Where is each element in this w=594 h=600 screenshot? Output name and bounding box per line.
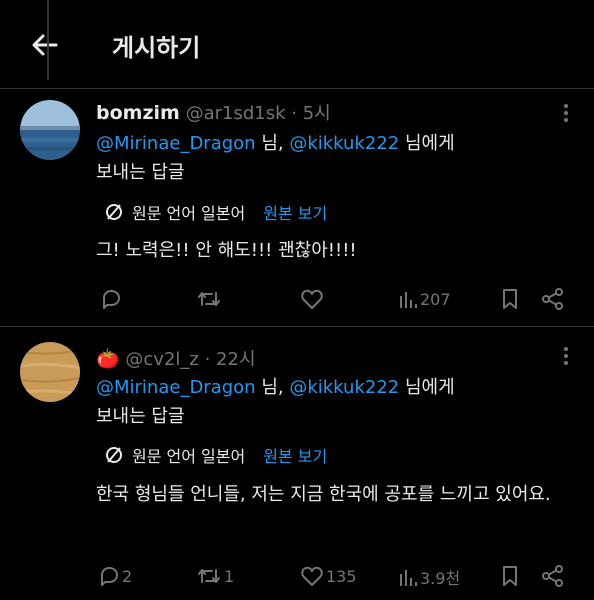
reply-count: 2 bbox=[122, 566, 133, 586]
mention-link[interactable]: @kikkuk222 bbox=[289, 377, 399, 398]
translation-note: 원문 언어 일본어 bbox=[132, 204, 246, 223]
divider bbox=[0, 88, 594, 89]
heart-icon bbox=[301, 566, 323, 586]
reply-line2: 보내는 답글 bbox=[96, 406, 185, 427]
author-line: 🍅 @cv2l_z · 22시 bbox=[96, 345, 256, 371]
action-bar: 2 1 135 3.9천 bbox=[96, 565, 576, 589]
back-arrow-icon[interactable] bbox=[30, 30, 60, 60]
show-original-link[interactable]: 원본 보기 bbox=[263, 443, 327, 467]
repost-icon bbox=[198, 292, 220, 306]
reply-separator: 님, bbox=[255, 133, 290, 154]
reply-button[interactable]: 2 bbox=[98, 565, 132, 587]
views-icon bbox=[400, 570, 417, 586]
translation-note: 원문 언어 일본어 bbox=[132, 447, 246, 466]
repost-icon bbox=[198, 569, 220, 583]
reply-separator: 님, bbox=[255, 377, 290, 398]
more-options-icon[interactable] bbox=[558, 103, 574, 123]
mention-link[interactable]: @Mirinae_Dragon bbox=[96, 377, 256, 398]
mention-link[interactable]: @Mirinae_Dragon bbox=[96, 133, 256, 154]
bookmark-icon[interactable] bbox=[500, 288, 520, 310]
divider bbox=[0, 326, 594, 327]
avatar[interactable] bbox=[20, 342, 80, 402]
post-text: 한국 형님들 언니들, 저는 지금 한국에 공포를 느끼고 있어요. bbox=[96, 484, 551, 505]
reply-icon bbox=[101, 567, 118, 586]
view-count: 3.9천 bbox=[420, 569, 461, 588]
display-name[interactable]: 🍅 bbox=[96, 348, 120, 370]
translate-icon bbox=[106, 204, 122, 220]
like-button[interactable] bbox=[300, 288, 326, 310]
top-bar: 게시하기 bbox=[0, 0, 594, 88]
view-count: 207 bbox=[420, 289, 451, 309]
reply-context: @Mirinae_Dragon 님, @kikkuk222 님에게 보내는 답글 bbox=[96, 129, 566, 187]
reply-button[interactable] bbox=[100, 288, 124, 310]
translation-bar: 원문 언어 일본어 원본 보기 bbox=[104, 200, 327, 224]
reply-tail: 님에게 bbox=[399, 377, 455, 398]
bookmark-icon[interactable] bbox=[500, 565, 520, 587]
reply-icon bbox=[103, 290, 120, 309]
page-title: 게시하기 bbox=[112, 34, 201, 62]
repost-count: 1 bbox=[224, 566, 235, 586]
action-bar: 207 bbox=[96, 288, 576, 312]
reply-context: @Mirinae_Dragon 님, @kikkuk222 님에게 보내는 답글 bbox=[96, 373, 566, 431]
translation-bar: 원문 언어 일본어 원본 보기 bbox=[104, 443, 327, 467]
reply-tail: 님에게 bbox=[399, 133, 455, 154]
thread-connector bbox=[47, 0, 49, 80]
post-text: 그! 노력은!! 안 해도!!! 괜찮아!!!! bbox=[96, 240, 357, 261]
handle[interactable]: @cv2l_z bbox=[125, 349, 198, 370]
repost-button[interactable]: 1 bbox=[196, 565, 234, 587]
share-icon[interactable] bbox=[541, 288, 565, 310]
repost-button[interactable] bbox=[196, 288, 224, 310]
like-count: 135 bbox=[326, 566, 357, 586]
translate-icon bbox=[106, 447, 122, 463]
reply-line2: 보내는 답글 bbox=[96, 162, 185, 183]
timestamp[interactable]: · 22시 bbox=[205, 349, 256, 370]
display-name[interactable]: bomzim bbox=[96, 102, 180, 124]
share-icon[interactable] bbox=[541, 565, 565, 587]
avatar[interactable] bbox=[20, 100, 80, 160]
mention-link[interactable]: @kikkuk222 bbox=[289, 133, 399, 154]
author-line: bomzim @ar1sd1sk · 5시 bbox=[96, 99, 331, 125]
like-button[interactable]: 135 bbox=[300, 565, 357, 587]
heart-icon bbox=[301, 289, 323, 309]
views-icon bbox=[400, 292, 417, 308]
views-button[interactable]: 207 bbox=[398, 288, 451, 310]
show-original-link[interactable]: 원본 보기 bbox=[263, 200, 327, 224]
handle[interactable]: @ar1sd1sk bbox=[186, 103, 286, 124]
views-button[interactable]: 3.9천 bbox=[398, 565, 460, 589]
timestamp[interactable]: · 5시 bbox=[291, 103, 330, 124]
more-options-icon[interactable] bbox=[558, 346, 574, 366]
